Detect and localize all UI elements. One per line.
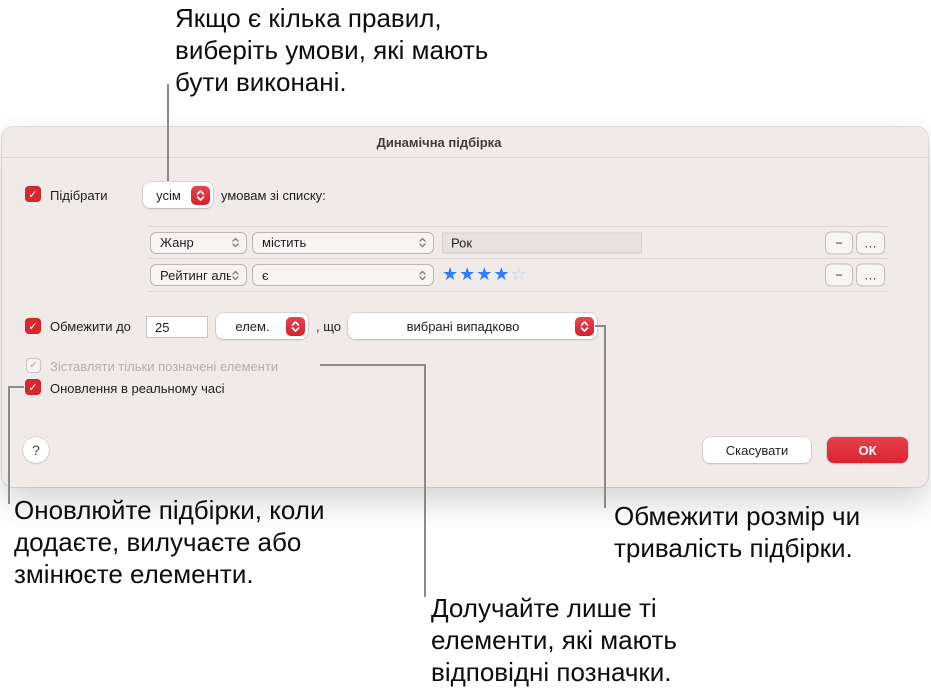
- limit-selection-popup[interactable]: вибрані випадково: [348, 313, 597, 339]
- dialog-title: Динамічна підбірка: [376, 135, 502, 150]
- rule1-more-button[interactable]: …: [856, 231, 885, 254]
- chevron-up-down-icon: [232, 270, 239, 280]
- limit-checkbox[interactable]: ✓: [25, 318, 41, 334]
- live-update-checkbox[interactable]: ✓: [25, 379, 41, 395]
- callout-bottom-left-line2: додаєте, вилучаєте або: [14, 527, 302, 557]
- ok-button-label: ОК: [858, 442, 877, 458]
- callout-top-line1: Якщо є кілька правил,: [175, 3, 442, 33]
- cancel-button-label: Скасувати: [725, 442, 789, 458]
- help-button[interactable]: ?: [23, 437, 49, 463]
- live-update-label: Оновлення в реальному часі: [50, 381, 225, 396]
- callout-bottom-middle-line1: Долучайте лише ті: [431, 593, 657, 623]
- callout-bottom-right: Обмежити розмір чи тривалість підбірки.: [614, 500, 860, 564]
- limit-selection-popup-value: вибрані випадково: [406, 318, 520, 334]
- rule-row: Рейтинг альбому є ★★★★☆ − …: [148, 259, 889, 291]
- match-mode-popup-value: усім: [156, 187, 181, 203]
- callout-bottom-middle-line3: відповідні позначки.: [431, 657, 672, 687]
- limit-unit-popup[interactable]: елем.: [216, 313, 308, 339]
- chevron-up-down-icon: [575, 316, 594, 336]
- ok-button[interactable]: ОК: [827, 437, 908, 463]
- rule1-operator-value: містить: [262, 235, 307, 250]
- callout-top-line2: виберіть умови, які мають: [175, 35, 489, 65]
- checked-only-label: Зіставляти тільки позначені елементи: [50, 359, 279, 374]
- callout-bottom-middle-line2: елементи, які мають: [431, 625, 677, 655]
- star-rating-control[interactable]: ★★★★☆: [442, 259, 528, 291]
- callout-left-connector-line: [8, 386, 10, 504]
- chevron-up-down-icon: [232, 237, 239, 248]
- checkmark-icon: ✓: [28, 320, 38, 333]
- limit-middle-label: , що: [316, 319, 342, 334]
- rule2-remove-button[interactable]: −: [825, 263, 853, 287]
- callout-bottom-left: Оновлюйте підбірки, коли додаєте, вилуча…: [14, 494, 325, 590]
- ellipsis-icon: …: [864, 267, 877, 283]
- callout-bottom-left-line1: Оновлюйте підбірки, коли: [14, 495, 325, 525]
- star-filled-icons: ★★★★: [442, 264, 511, 284]
- callout-middle-connector-line: [320, 364, 426, 366]
- rule1-operator-popup[interactable]: містить: [252, 231, 434, 254]
- rule2-operator-popup[interactable]: є: [252, 264, 434, 286]
- callout-left-connector-line: [8, 386, 24, 388]
- chevron-up-down-icon: [419, 237, 426, 248]
- cancel-button[interactable]: Скасувати: [703, 437, 811, 463]
- checkmark-icon: ✓: [28, 188, 38, 201]
- chevron-up-down-icon: [419, 270, 426, 280]
- callout-top-line3: бути виконані.: [175, 67, 347, 97]
- question-mark-icon: ?: [32, 442, 40, 458]
- rule1-field-value: Жанр: [160, 235, 194, 250]
- rule1-value-field[interactable]: [442, 232, 642, 253]
- dialog-titlebar: Динамічна підбірка: [2, 127, 928, 158]
- rules-list: Жанр містить − … Рейтинг альбому: [148, 226, 889, 292]
- screenshot-stage: Якщо є кілька правил, виберіть умови, як…: [0, 0, 931, 694]
- rule2-operator-value: є: [262, 267, 269, 283]
- rule2-field-popup[interactable]: Рейтинг альбому: [150, 264, 247, 286]
- limit-checkbox-label: Обмежити до: [50, 319, 131, 334]
- ellipsis-icon: …: [864, 235, 877, 250]
- rule1-field-popup[interactable]: Жанр: [150, 231, 247, 254]
- callout-middle-connector-line: [424, 364, 426, 597]
- chevron-up-down-icon: [286, 316, 305, 336]
- match-checkbox[interactable]: ✓: [25, 186, 41, 202]
- callout-bottom-left-line3: змінюєте елементи.: [14, 559, 254, 589]
- minus-icon: −: [835, 267, 843, 283]
- checkmark-icon: ✓: [29, 360, 38, 371]
- smart-playlist-dialog: Динамічна підбірка ✓ Підібрати усім умов…: [2, 127, 928, 487]
- callout-right-connector-line: [604, 325, 606, 508]
- checkmark-icon: ✓: [28, 381, 38, 394]
- callout-bottom-middle: Долучайте лише ті елементи, які мають ві…: [431, 592, 677, 688]
- match-row-suffix-label: умовам зі списку:: [221, 188, 326, 203]
- callout-top: Якщо є кілька правил, виберіть умови, як…: [175, 2, 488, 98]
- rule-row: Жанр містить − …: [148, 227, 889, 259]
- limit-count-input[interactable]: [146, 316, 208, 338]
- rule2-field-value: Рейтинг альбому: [160, 267, 231, 283]
- limit-unit-popup-value: елем.: [235, 318, 270, 334]
- callout-bottom-right-line1: Обмежити розмір чи: [614, 501, 861, 531]
- checked-only-checkbox: ✓: [26, 358, 41, 373]
- match-mode-popup[interactable]: усім: [143, 182, 213, 208]
- rule1-remove-button[interactable]: −: [825, 231, 853, 254]
- star-empty-icon: ☆: [510, 264, 528, 284]
- rule2-more-button[interactable]: …: [856, 263, 885, 287]
- match-checkbox-label: Підібрати: [50, 188, 108, 203]
- minus-icon: −: [835, 235, 843, 250]
- callout-bottom-right-line2: тривалість підбірки.: [614, 533, 853, 563]
- callout-top-connector-line: [167, 84, 169, 181]
- chevron-up-down-icon: [191, 185, 210, 205]
